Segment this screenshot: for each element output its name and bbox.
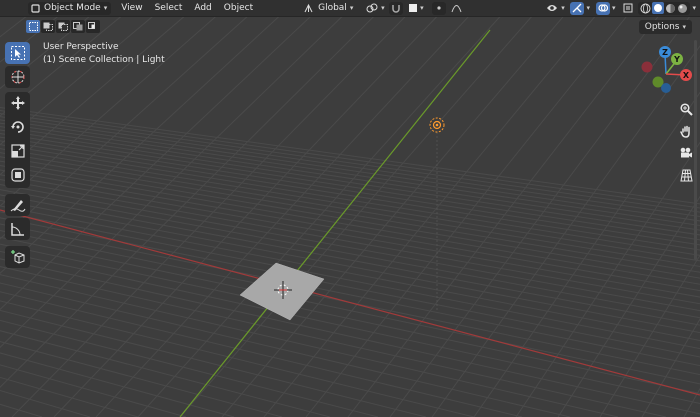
viewport-scrollbar[interactable]	[694, 40, 697, 260]
magnet-icon	[392, 5, 401, 13]
menu-object[interactable]: Object	[218, 2, 259, 15]
toggle-projection-button[interactable]	[677, 166, 695, 184]
transform-tool[interactable]	[5, 164, 30, 186]
gizmo-neg-z[interactable]	[661, 83, 671, 93]
falloff-icon	[451, 5, 462, 13]
menu-select[interactable]: Select	[149, 2, 189, 15]
gizmo-x-label: X	[683, 71, 690, 80]
zoom-button[interactable]	[677, 100, 695, 118]
gizmo-neg-x[interactable]	[641, 61, 653, 73]
xray-icon	[623, 3, 633, 13]
rotate-tool[interactable]	[5, 116, 30, 138]
scale-icon	[10, 144, 25, 158]
snap-toggle[interactable]	[389, 1, 404, 15]
gizmo-icon	[572, 3, 582, 13]
camera-view-button[interactable]	[677, 144, 695, 162]
visibility-dropdown[interactable]: ▾	[544, 2, 566, 15]
mode-label: Object Mode	[44, 3, 101, 13]
gizmo-toggle[interactable]	[570, 1, 585, 15]
chevron-down-icon[interactable]: ▾	[586, 4, 590, 12]
selection-mode-bar	[26, 19, 101, 34]
falloff-dropdown[interactable]	[449, 2, 463, 15]
menu-view[interactable]: View	[115, 2, 148, 15]
solid-shading-icon[interactable]	[652, 2, 665, 14]
rendered-shading-icon[interactable]	[677, 3, 688, 14]
eye-icon	[547, 5, 558, 11]
orientation-label: Global	[318, 3, 347, 13]
select-intersect-icon[interactable]	[86, 20, 100, 33]
gizmo-y-label: Y	[673, 55, 680, 64]
select-extend-icon[interactable]	[41, 20, 55, 33]
camera-icon	[680, 147, 692, 158]
orientation-dropdown[interactable]: Global ▾	[299, 2, 357, 15]
chevron-down-icon: ▾	[682, 23, 686, 31]
mode-dropdown[interactable]: Object Mode ▾	[28, 1, 112, 15]
chevron-down-icon: ▾	[103, 4, 108, 12]
chevron-down-icon: ▾	[381, 4, 385, 12]
select-invert-icon[interactable]	[71, 20, 85, 33]
select-box-tool[interactable]	[5, 42, 30, 64]
view-perspective-label: User Perspective	[43, 42, 119, 52]
cursor-icon	[11, 70, 24, 84]
snap-target-dropdown[interactable]: ▾	[406, 2, 426, 15]
shading-modes	[638, 1, 691, 15]
proportional-icon	[437, 6, 441, 10]
chevron-down-icon: ▾	[561, 4, 565, 12]
proportional-edit-toggle[interactable]	[432, 1, 447, 15]
pan-button[interactable]	[677, 122, 695, 140]
move-icon	[10, 96, 25, 110]
overlays-icon	[598, 4, 608, 12]
add-cube-tool[interactable]	[5, 246, 30, 268]
chevron-down-icon[interactable]: ▾	[612, 4, 616, 12]
menu-add[interactable]: Add	[188, 2, 217, 15]
cursor-tool[interactable]	[5, 66, 30, 88]
add-cube-icon	[10, 250, 24, 264]
hand-icon	[679, 125, 690, 138]
options-button[interactable]: Options ▾	[638, 20, 692, 34]
material-shading-icon[interactable]	[665, 3, 676, 14]
chevron-down-icon: ▾	[420, 4, 424, 12]
wireframe-shading-icon[interactable]	[640, 3, 651, 14]
global-icon	[304, 3, 313, 12]
annotate-icon	[10, 200, 25, 212]
pivot-dropdown[interactable]: ▾	[363, 2, 387, 15]
select-new-icon[interactable]	[26, 20, 40, 33]
chevron-down-icon: ▾	[349, 4, 354, 12]
snap-square-icon	[409, 4, 418, 12]
options-label: Options	[644, 22, 680, 32]
pivot-icon	[366, 3, 378, 13]
collection-label: (1) Scene Collection | Light	[43, 55, 165, 65]
chevron-down-icon[interactable]: ▾	[692, 4, 696, 12]
navigation-gizmo[interactable]: Z Y X	[638, 44, 698, 98]
viewport-header: Object Mode ▾ View Select Add Object Glo…	[0, 0, 700, 17]
object-mode-icon	[31, 3, 40, 13]
measure-icon	[10, 223, 24, 236]
overlays-toggle[interactable]	[595, 1, 610, 15]
scale-tool[interactable]	[5, 140, 30, 162]
zoom-icon	[679, 102, 693, 116]
x-axis-line	[0, 209, 700, 396]
move-tool[interactable]	[5, 92, 30, 114]
annotate-tool[interactable]	[5, 194, 30, 216]
transform-icon	[10, 168, 25, 182]
gizmo-z-label: Z	[662, 48, 668, 57]
rotate-icon	[10, 121, 24, 133]
select-subtract-icon[interactable]	[56, 20, 70, 33]
measure-tool[interactable]	[5, 218, 30, 240]
grid-icon	[679, 169, 693, 181]
xray-toggle[interactable]	[621, 2, 635, 15]
select-box-icon	[10, 46, 25, 60]
